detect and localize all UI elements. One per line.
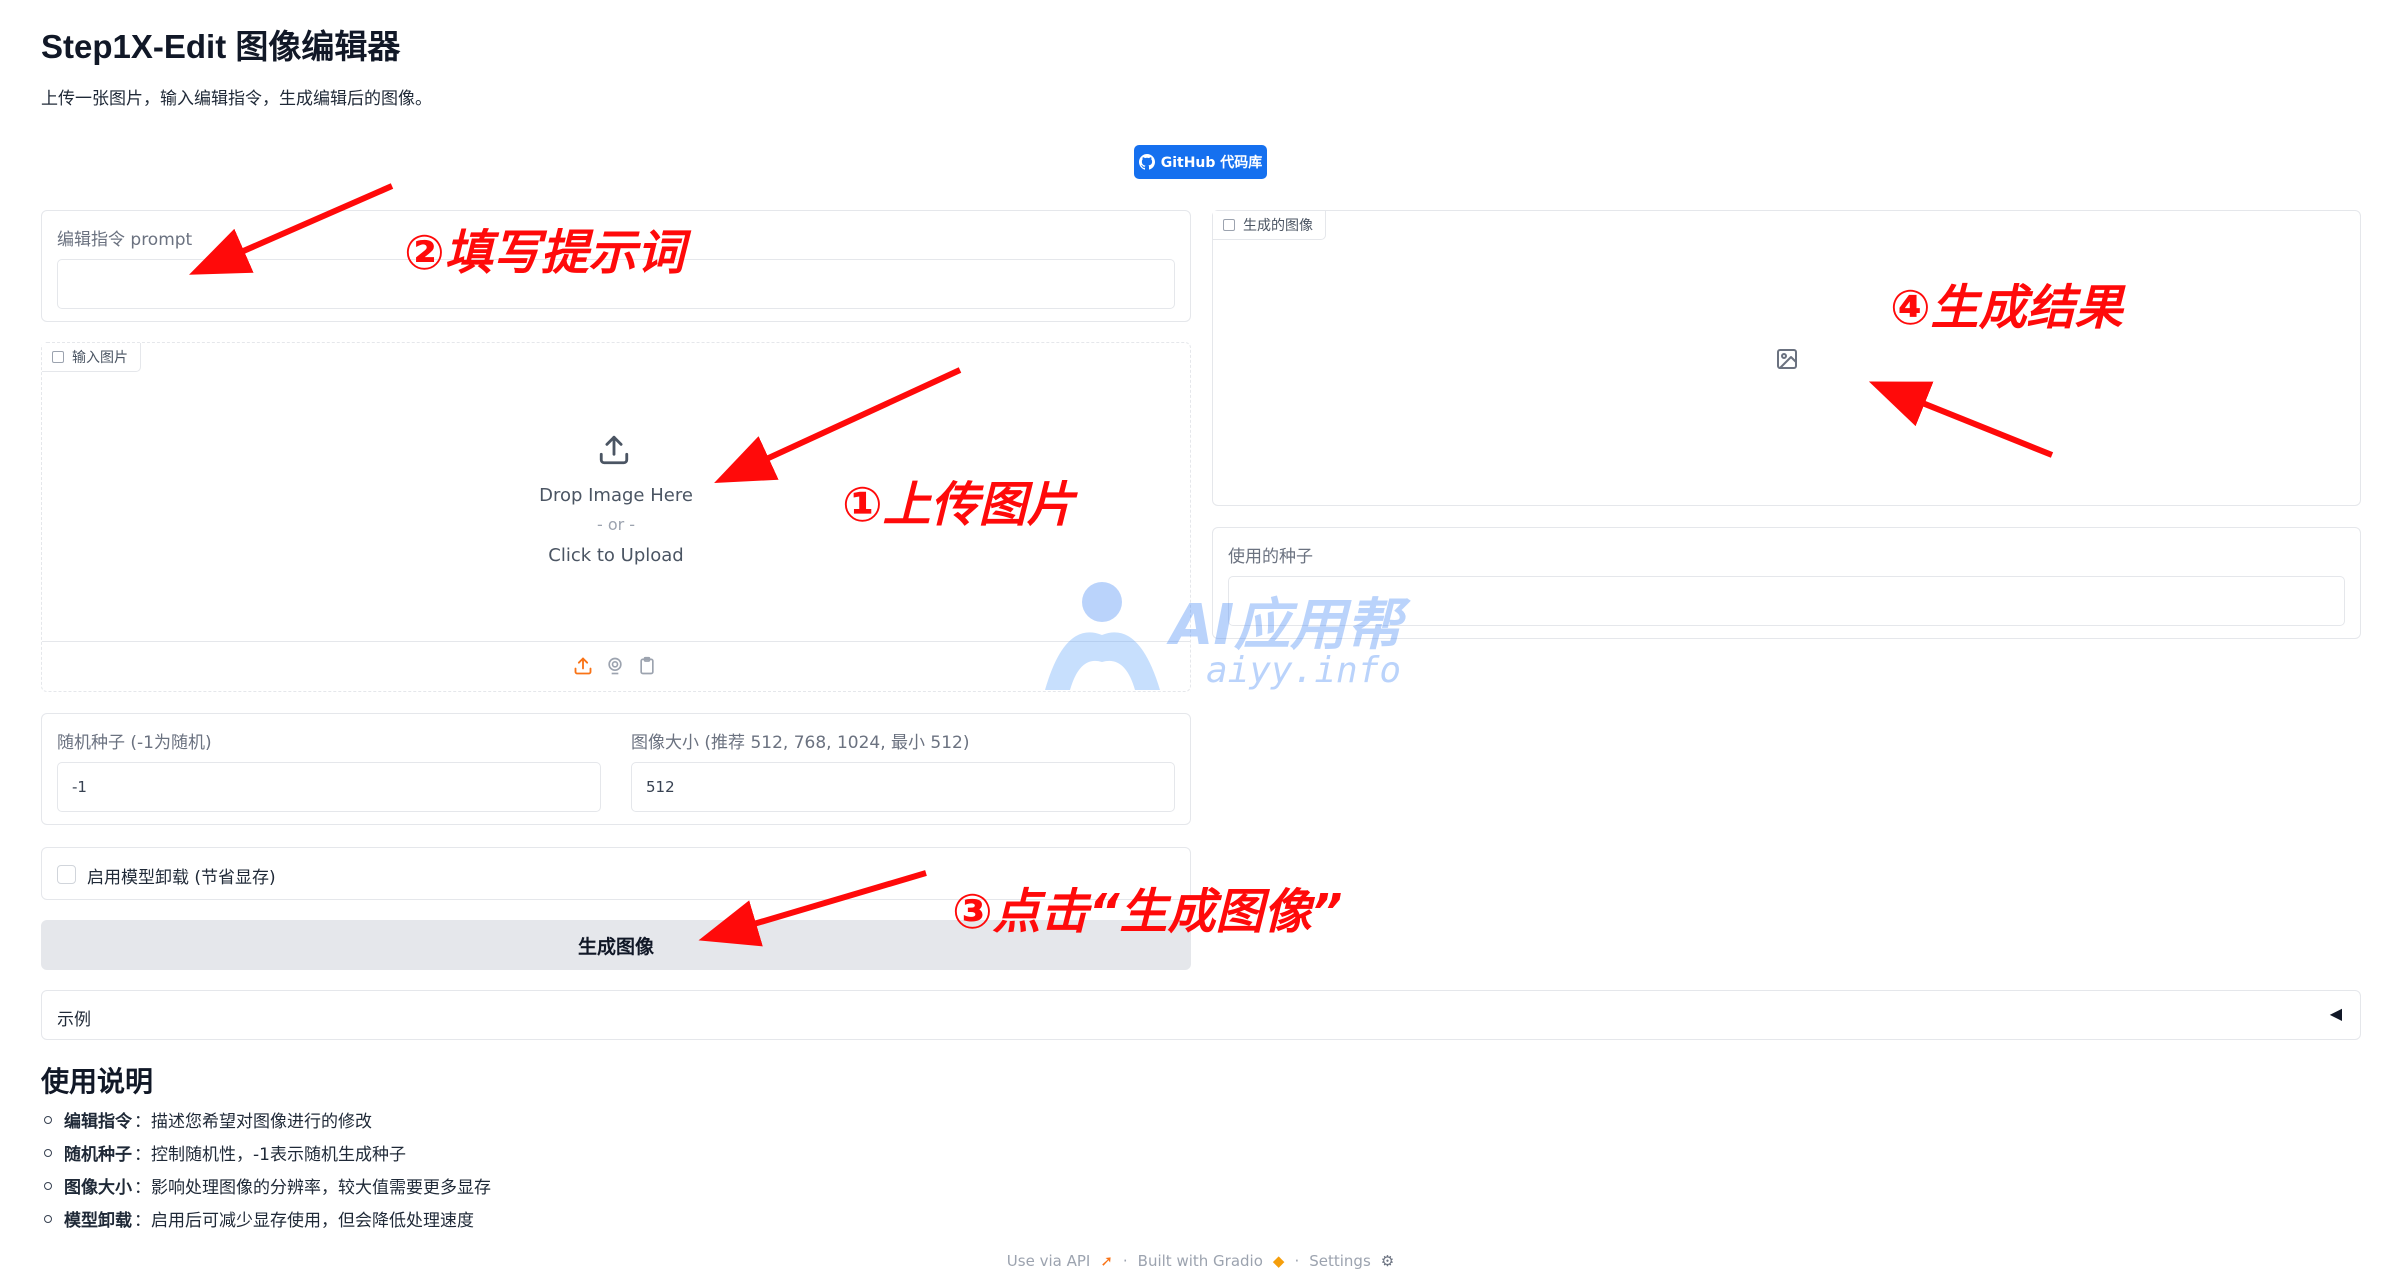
annotation-step3: ③点击“生成图像”	[952, 884, 1343, 940]
watermark-name: AI应用帮	[1170, 593, 1403, 658]
watermark-url: aiyy.info	[1206, 650, 1402, 691]
arrow-step4	[1868, 381, 2054, 458]
annotation-step2: ②填写提示词	[404, 225, 685, 281]
arrow-step1	[714, 367, 962, 484]
arrow-step3	[698, 870, 927, 947]
annotation-step1: ①上传图片	[842, 477, 1075, 533]
watermark: AI应用帮 aiyy.info	[1040, 580, 1402, 704]
arrow-step2	[189, 183, 394, 275]
watermark-logo-icon	[1045, 582, 1160, 690]
annotation-step4: ④生成结果	[1890, 280, 2123, 336]
